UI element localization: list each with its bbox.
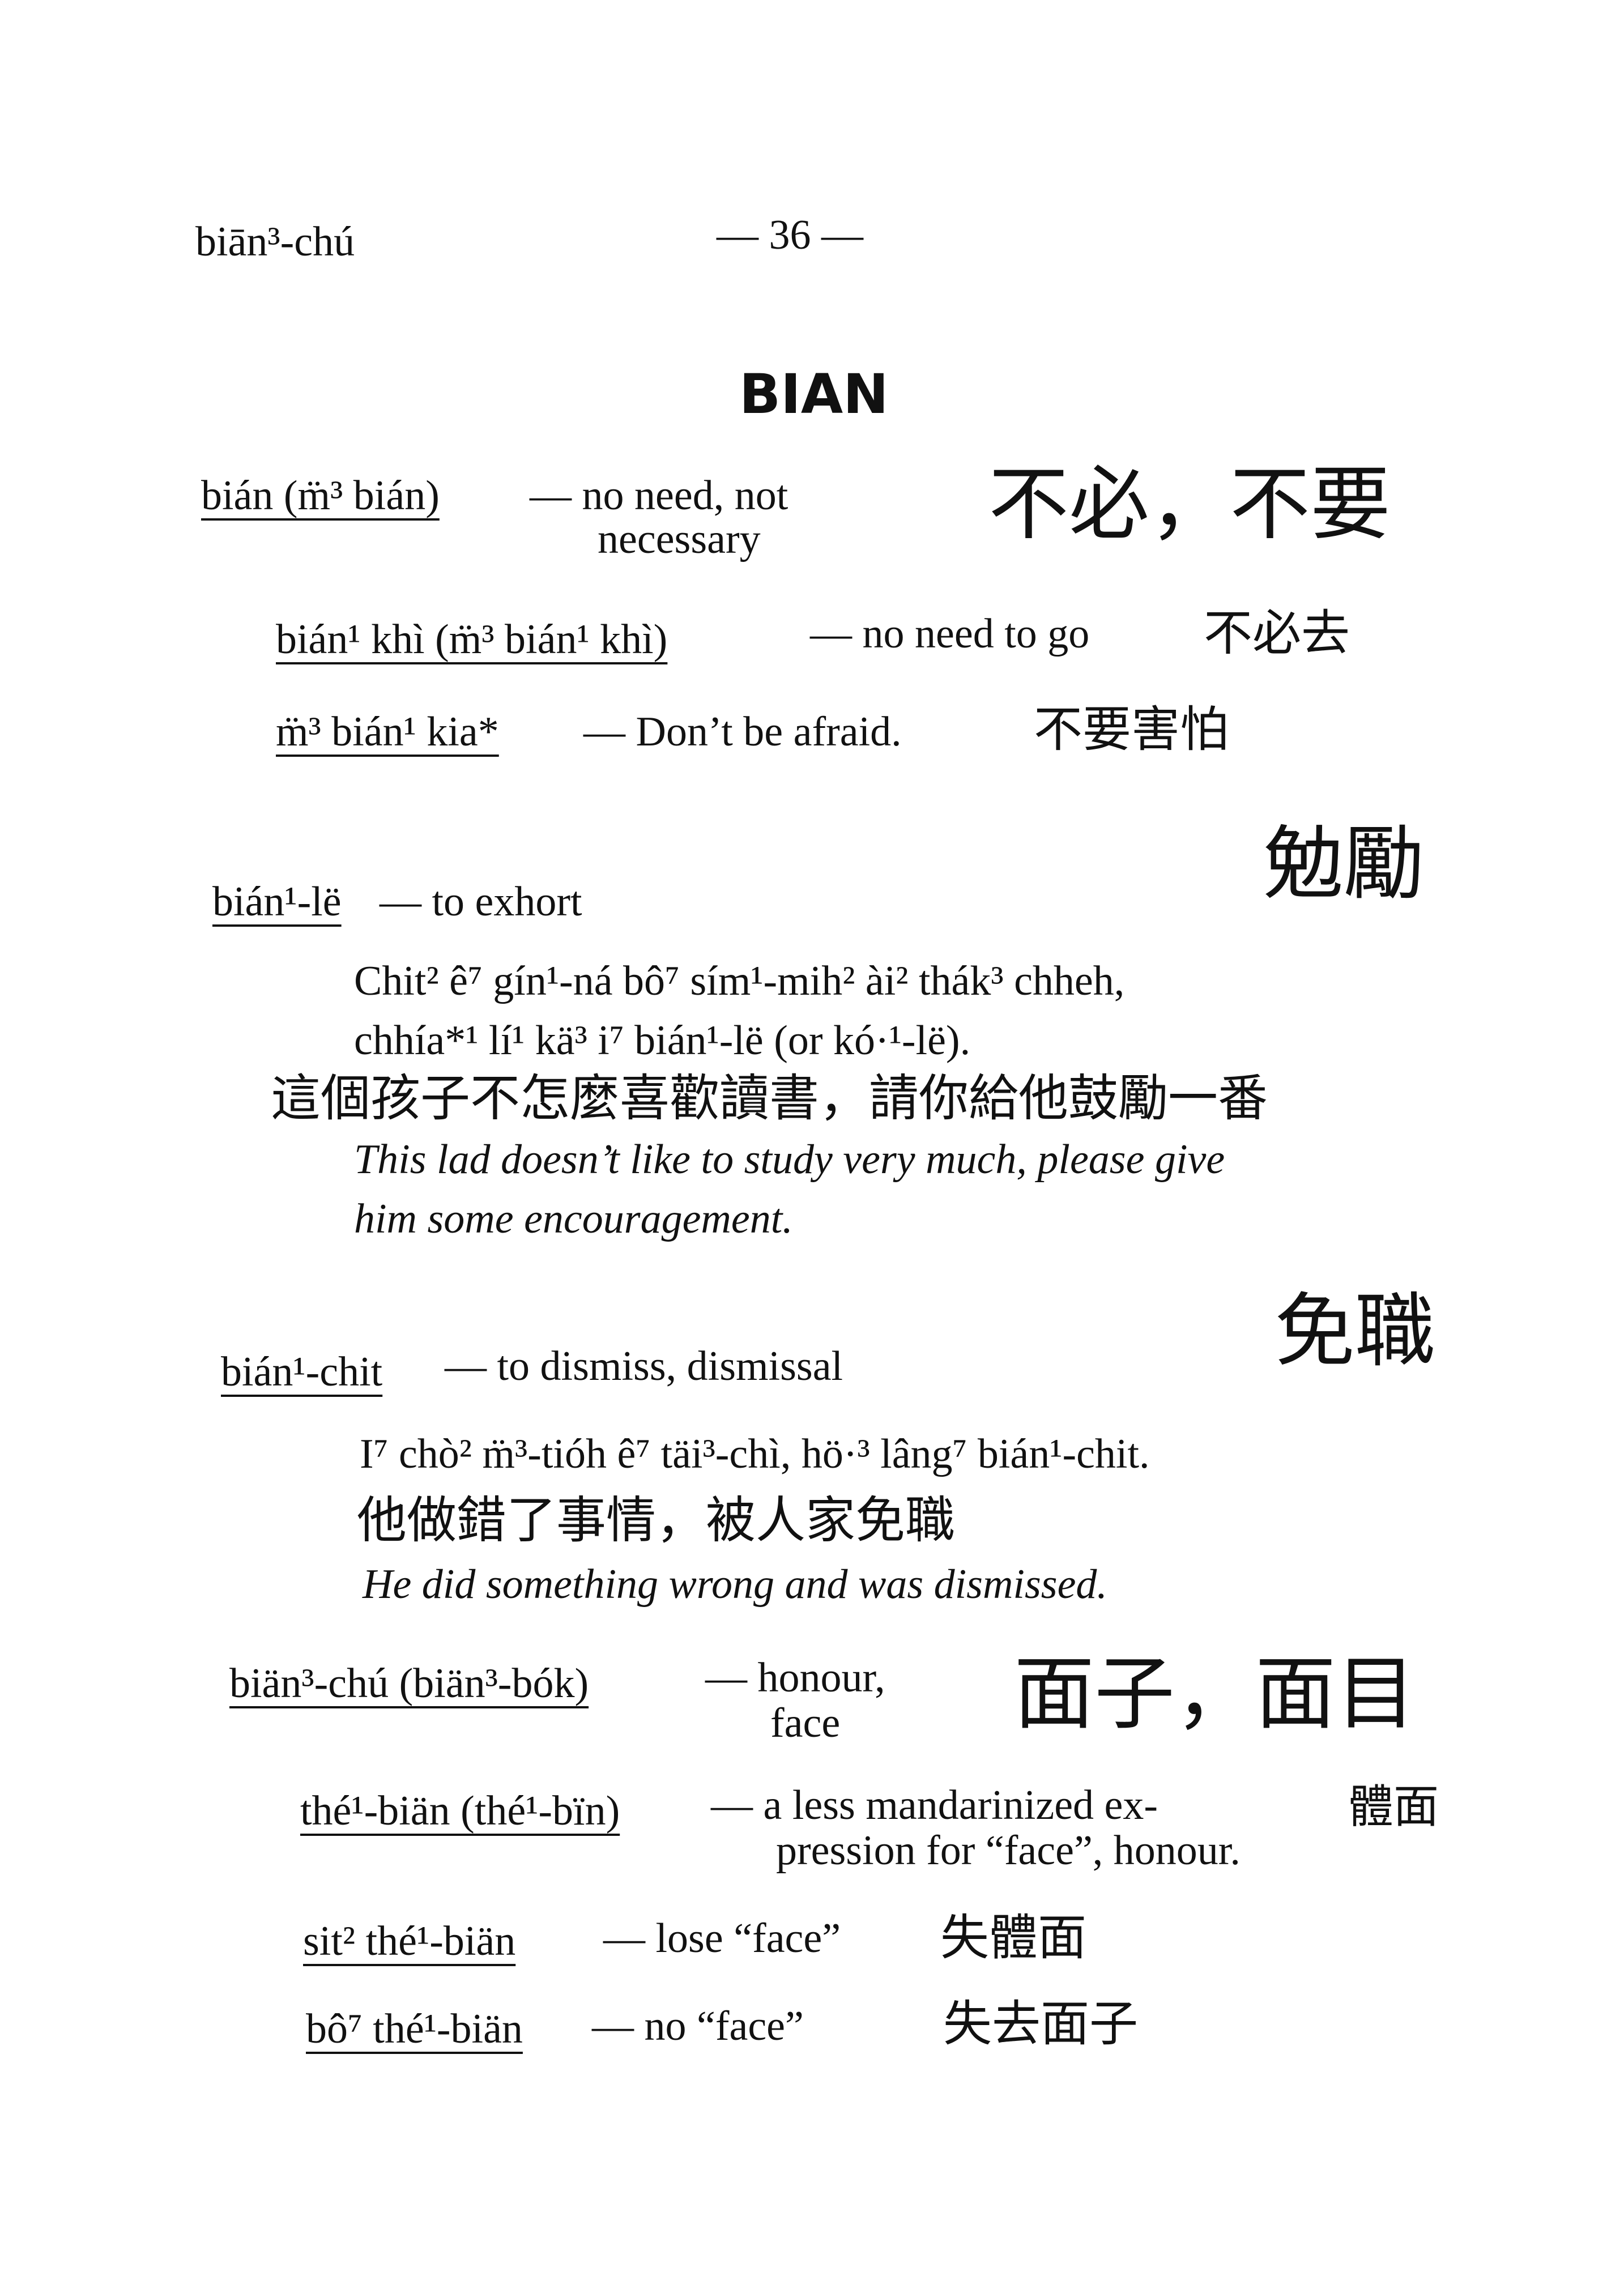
- subentry-gloss-continued: pression for “face”, honour.: [776, 1827, 1241, 1874]
- subentry-headword: bián¹ khì (m̈³ bián¹ khì): [276, 616, 668, 663]
- example-english: This lad doesn’t like to study very much…: [354, 1136, 1225, 1183]
- subentry-headword: m̈³ bián¹ kia*: [276, 709, 499, 755]
- example-romanized-continued: chhía*¹ lí¹ kä³ i⁷ bián¹-lë (or kó·¹-lë)…: [354, 1017, 971, 1064]
- running-head: biān³-chú: [195, 219, 355, 265]
- entry-chinese: 面子，面目: [1014, 1647, 1416, 1741]
- entry-chinese: 不必，不要: [988, 458, 1391, 551]
- entry-chinese: 勉勵: [1263, 817, 1424, 911]
- subentry-chinese: 體面: [1348, 1780, 1439, 1833]
- entry-gloss: — honour,: [705, 1655, 885, 1701]
- entry-headword: bián¹-chit: [221, 1349, 383, 1395]
- example-chinese: 他做錯了事情，被人家免職: [357, 1491, 956, 1549]
- subentry-headword: bô⁷ thé¹-biän: [306, 2006, 523, 2052]
- subentry-chinese: 不要害怕: [1034, 701, 1229, 758]
- entry-gloss-continued: necessary: [598, 516, 761, 562]
- subentry-gloss: — a less mandarinized ex-: [711, 1782, 1158, 1829]
- subentry-gloss: — lose “face”: [603, 1915, 841, 1962]
- entry-gloss-continued: face: [770, 1700, 841, 1746]
- entry-headword: biän³-chú (biän³-bók): [229, 1660, 589, 1707]
- page-number: — 36 —: [717, 212, 863, 258]
- subentry-chinese: 失體面: [940, 1910, 1086, 1966]
- subentry-chinese: 失去面子: [943, 1996, 1138, 2052]
- example-chinese: 這個孩子不怎麼喜歡讀書，請你給他鼓勵一番: [271, 1069, 1268, 1127]
- entry-chinese: 免職: [1275, 1285, 1435, 1378]
- example-romanized: Chit² ê⁷ gín¹-ná bô⁷ sím¹-mih² ài² thák³…: [354, 958, 1125, 1004]
- entry-headword: bián¹-lë: [212, 879, 342, 925]
- subentry-headword: thé¹-biän (thé¹-bïn): [300, 1788, 620, 1834]
- subentry-chinese: 不必去: [1204, 605, 1350, 662]
- example-english-continued: him some encouragement.: [354, 1196, 793, 1242]
- subentry-gloss: — no “face”: [592, 2003, 804, 2049]
- example-romanized: I⁷ chò² m̈³-tióh ê⁷ täi³-chì, hö·³ lâng⁷…: [360, 1431, 1150, 1477]
- subentry-gloss: — no need to go: [810, 611, 1090, 657]
- section-heading: BIAN: [739, 363, 889, 426]
- entry-headword: bián (m̈³ bián): [201, 472, 440, 519]
- entry-gloss: — to dismiss, dismissal: [445, 1343, 843, 1390]
- entry-gloss: — to exhort: [380, 879, 582, 925]
- example-english: He did something wrong and was dismissed…: [363, 1561, 1107, 1608]
- subentry-headword: sit² thé¹-biän: [303, 1918, 516, 1964]
- subentry-gloss: — Don’t be afraid.: [583, 709, 902, 755]
- entry-gloss: — no need, not: [530, 472, 788, 519]
